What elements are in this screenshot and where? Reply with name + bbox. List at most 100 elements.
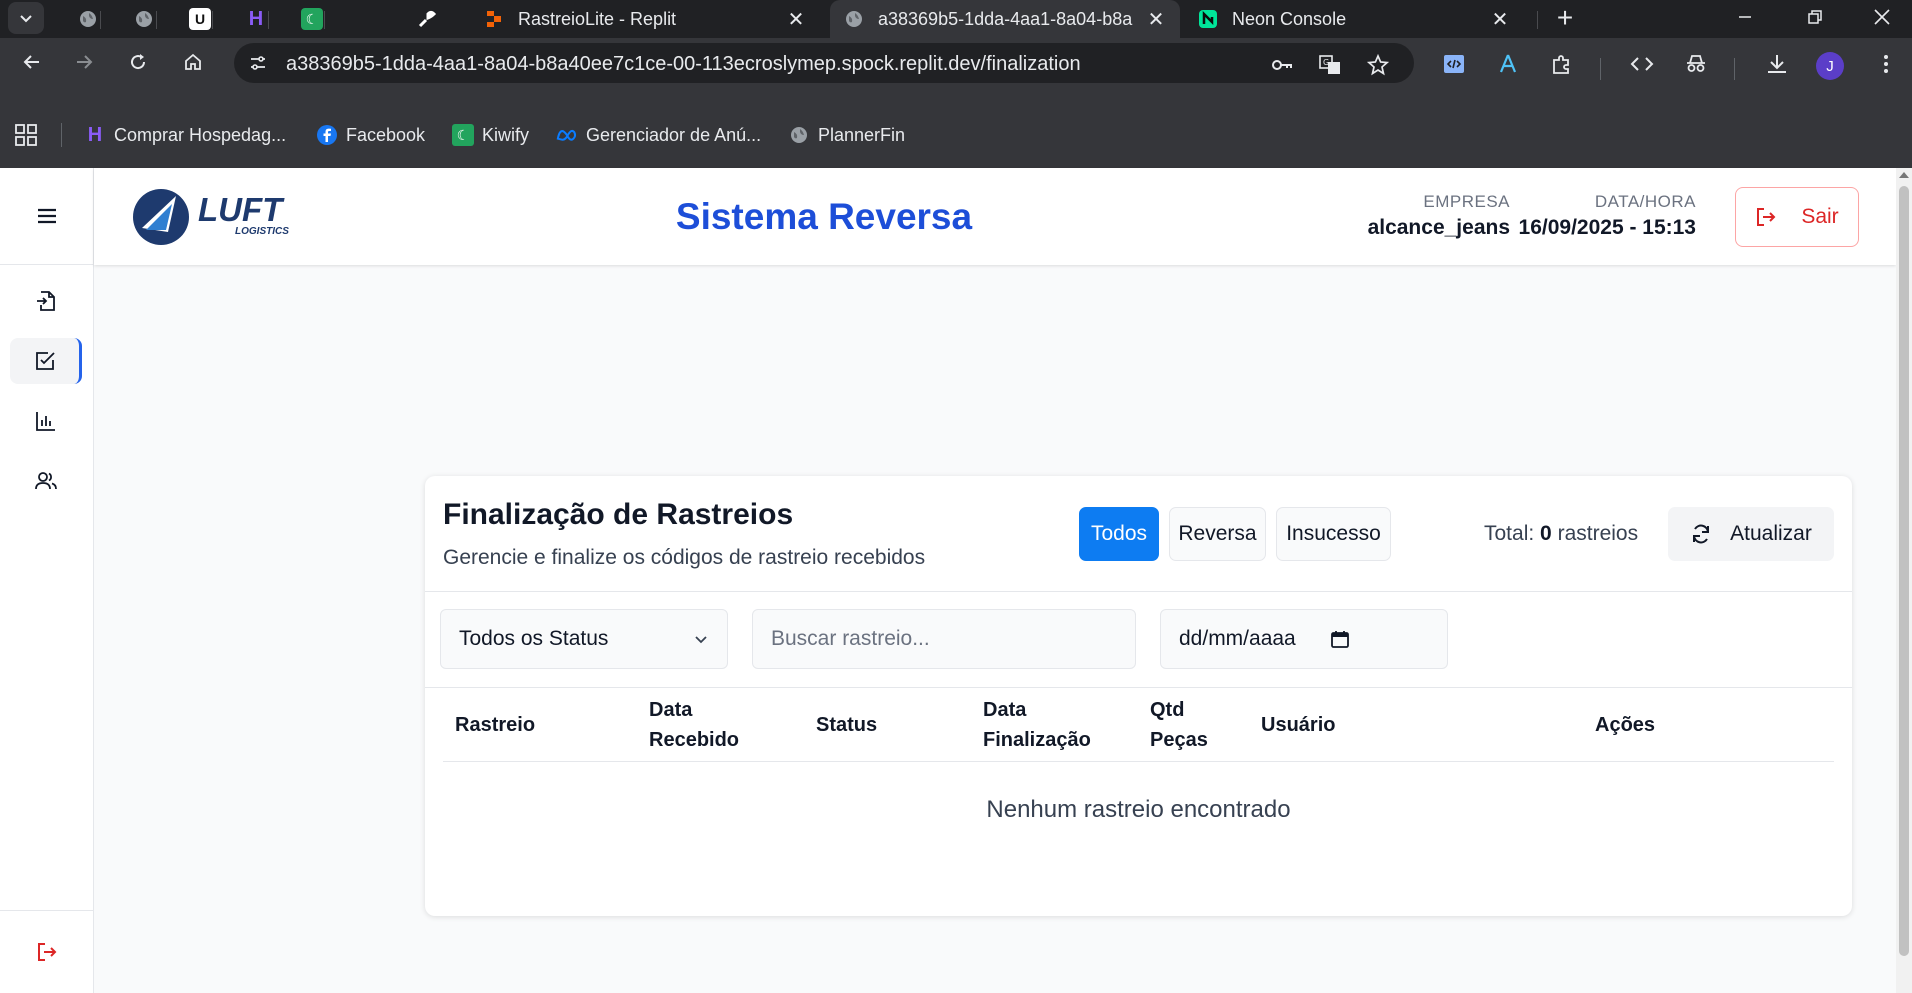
reload-icon xyxy=(131,54,146,70)
bookmark-label: Facebook xyxy=(346,124,426,145)
bar-chart-icon xyxy=(36,412,55,431)
scroll-up-arrow-icon[interactable] xyxy=(1899,172,1909,178)
back-button[interactable] xyxy=(14,44,50,80)
pinned-tab-u-app[interactable]: U xyxy=(172,4,228,34)
bookmark-hostinger[interactable]: H Comprar Hospedag... xyxy=(84,120,286,150)
reload-button[interactable] xyxy=(120,44,156,80)
main-content: Finalização de Rastreios Gerencie e fina… xyxy=(94,265,1896,993)
hamburger-icon xyxy=(37,208,56,224)
tab-neon-console[interactable]: Neon Console ✕ xyxy=(1184,0,1524,38)
u-logo-icon: U xyxy=(189,8,211,30)
column-header-usuario[interactable]: Usuário xyxy=(1261,688,1335,762)
column-header-status[interactable]: Status xyxy=(816,688,877,762)
home-icon xyxy=(185,53,201,70)
restore-button[interactable] xyxy=(1785,0,1845,34)
bookmark-star-icon[interactable] xyxy=(1364,51,1392,79)
close-icon[interactable]: ✕ xyxy=(786,7,806,32)
file-import-icon xyxy=(37,291,55,311)
close-icon[interactable]: ✕ xyxy=(1146,7,1166,32)
filter-reversa-button[interactable]: Reversa xyxy=(1169,507,1266,561)
sidebar-item-reports[interactable] xyxy=(10,398,82,444)
search-input[interactable]: Buscar rastreio... xyxy=(752,609,1136,669)
bookmark-plannerfin[interactable]: PlannerFin xyxy=(788,120,905,150)
status-select[interactable]: Todos os Status xyxy=(440,609,728,669)
date-input[interactable]: dd/mm/aaaa xyxy=(1160,609,1448,669)
empty-state-message: Nenhum rastreio encontrado xyxy=(986,796,1291,823)
facebook-icon xyxy=(316,124,338,146)
column-header-acoes: Ações xyxy=(1595,714,1656,736)
users-icon xyxy=(35,472,57,490)
column-header-data-recebido[interactable]: Data Recebido xyxy=(649,688,739,762)
profile-avatar[interactable]: J xyxy=(1816,52,1844,80)
hostinger-icon: H xyxy=(248,7,264,30)
globe-icon xyxy=(788,124,810,146)
bookmark-kiwify[interactable]: ☾ Kiwify xyxy=(452,120,529,150)
site-settings-icon[interactable] xyxy=(246,51,270,75)
apps-grid-icon[interactable] xyxy=(14,123,38,147)
pinned-tab-hostinger[interactable]: H xyxy=(228,4,284,34)
total-suffix: rastreios xyxy=(1557,522,1639,545)
forward-button[interactable] xyxy=(66,44,102,80)
browser-toolbar: a38369b5-1dda-4aa1-8a04-b8a40ee7c1ce-00-… xyxy=(0,38,1912,86)
a-extension-icon[interactable] xyxy=(1494,50,1522,78)
incognito-icon[interactable] xyxy=(1682,50,1710,78)
logout-button[interactable]: Sair xyxy=(1735,187,1859,247)
refresh-button[interactable]: Atualizar xyxy=(1668,507,1834,561)
svg-text:G: G xyxy=(1323,58,1329,67)
extensions-puzzle-icon[interactable] xyxy=(1548,50,1576,78)
address-bar[interactable]: a38369b5-1dda-4aa1-8a04-b8a40ee7c1ce-00-… xyxy=(234,43,1414,83)
pinned-tab-globe-1[interactable] xyxy=(60,4,116,34)
hostinger-icon: H xyxy=(87,123,103,146)
sidebar-logout-button[interactable] xyxy=(27,932,67,972)
tab-title: Neon Console xyxy=(1232,8,1347,29)
column-header-qtd-pecas[interactable]: Qtd Peças xyxy=(1150,688,1208,762)
scrollbar-thumb[interactable] xyxy=(1899,186,1909,956)
pinned-tab-globe-2[interactable] xyxy=(116,4,172,34)
logout-icon xyxy=(1757,208,1776,226)
minimize-button[interactable] xyxy=(1715,0,1775,34)
calendar-icon[interactable] xyxy=(1330,629,1350,649)
table-header: Rastreio Data Recebido Status Data Finaliz… xyxy=(443,688,1834,762)
code-icon[interactable] xyxy=(1628,50,1656,78)
dev-extension-icon[interactable] xyxy=(1440,50,1468,78)
tab-replit[interactable]: RastreioLite - Replit ✕ xyxy=(470,0,820,38)
sidebar-item-finalization[interactable] xyxy=(10,338,82,384)
bookmark-facebook[interactable]: Facebook xyxy=(316,120,425,150)
bookmark-meta-ads[interactable]: Gerenciador de Anú... xyxy=(556,120,761,150)
sidebar-item-users[interactable] xyxy=(10,458,82,504)
new-tab-button[interactable]: + xyxy=(1548,2,1582,34)
tab-active-app[interactable]: a38369b5-1dda-4aa1-8a04-b8a ✕ xyxy=(830,0,1180,38)
replit-icon xyxy=(484,9,504,29)
page-scrollbar[interactable] xyxy=(1896,168,1912,993)
filters-row: Todos os Status Buscar rastreio... dd/mm… xyxy=(425,592,1852,688)
pinned-tab-tool[interactable] xyxy=(414,4,440,34)
menu-toggle-button[interactable] xyxy=(27,196,67,236)
home-button[interactable] xyxy=(175,44,211,80)
neon-icon xyxy=(1198,9,1218,29)
filter-todos-button[interactable]: Todos xyxy=(1079,507,1159,561)
browser-tab-bar: U H ☾ RastreioLite - Replit ✕ a38369b5-1… xyxy=(0,0,1912,38)
sidebar-item-receive[interactable] xyxy=(10,278,82,324)
translate-icon[interactable]: G xyxy=(1316,51,1344,79)
tab-search-button[interactable] xyxy=(8,2,44,34)
password-key-icon[interactable] xyxy=(1268,51,1296,79)
close-icon xyxy=(1874,9,1890,25)
chevron-down-icon xyxy=(20,15,32,23)
app-viewport: LUFT LOGISTICS Sistema Reversa EMPRESA a… xyxy=(0,168,1896,993)
close-window-button[interactable] xyxy=(1852,0,1912,34)
globe-icon xyxy=(133,8,155,30)
column-header-rastreio[interactable]: Rastreio xyxy=(455,688,535,762)
column-header-data-finalizacao[interactable]: Data Finalização xyxy=(983,688,1091,762)
total-number: 0 xyxy=(1540,522,1552,545)
filter-insucesso-button[interactable]: Insucesso xyxy=(1276,507,1391,561)
bookmark-label: Comprar Hospedag... xyxy=(114,124,287,145)
more-menu-icon[interactable] xyxy=(1872,50,1900,78)
refresh-icon xyxy=(1693,524,1710,544)
download-icon[interactable] xyxy=(1763,50,1791,78)
kiwify-icon: ☾ xyxy=(452,124,474,146)
arrow-left-icon xyxy=(23,55,39,69)
kiwify-icon: ☾ xyxy=(301,8,323,30)
pinned-tab-kiwify[interactable]: ☾ xyxy=(284,4,340,34)
close-icon[interactable]: ✕ xyxy=(1490,7,1510,32)
date-placeholder: dd/mm/aaaa xyxy=(1179,627,1296,650)
